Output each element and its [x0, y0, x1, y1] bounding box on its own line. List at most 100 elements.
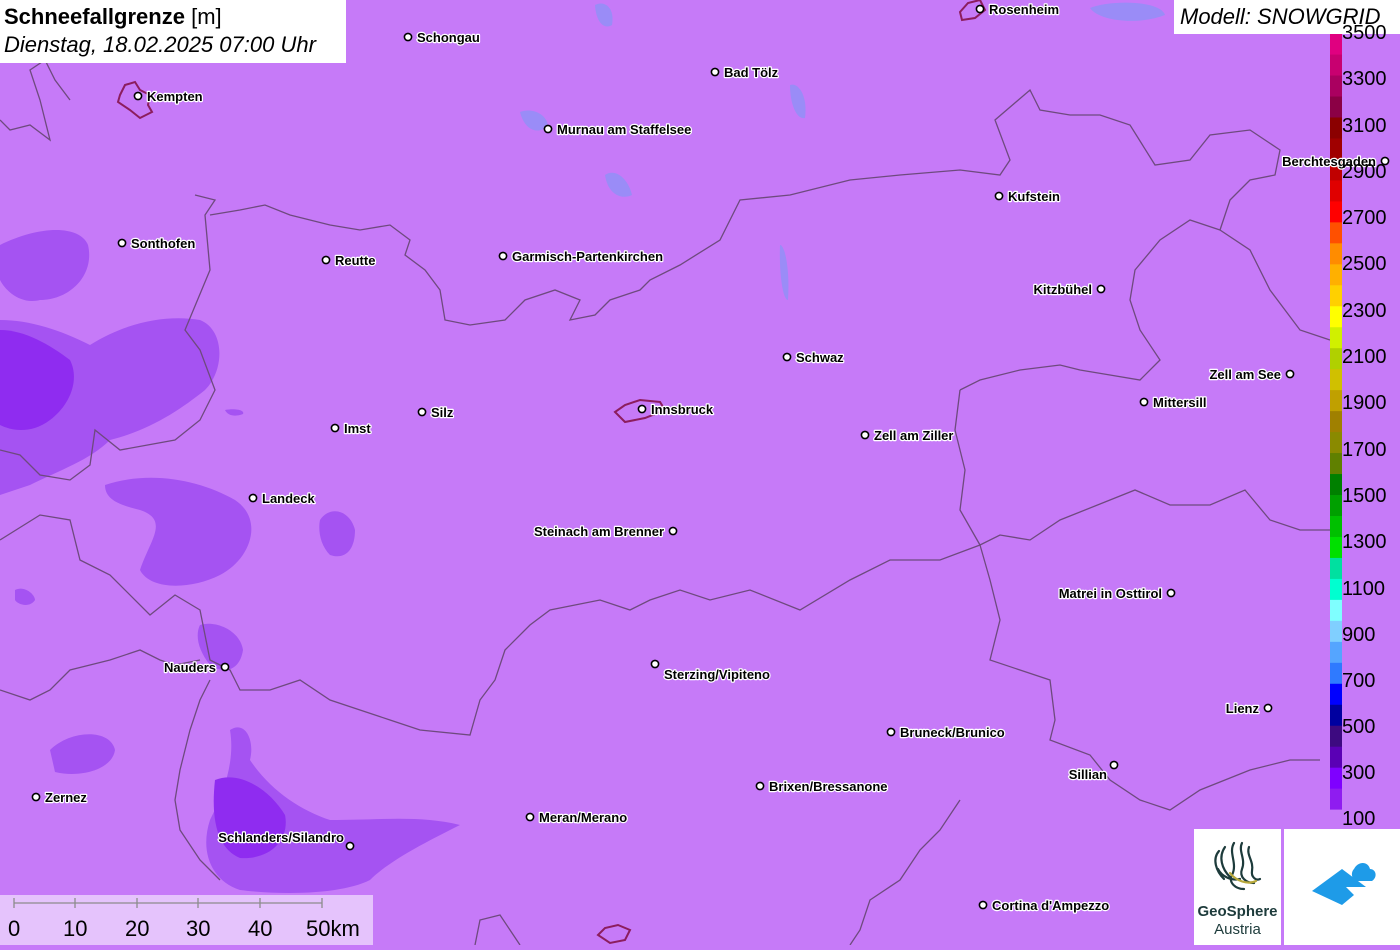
geosphere-logo[interactable]: GeoSphere Austria [1194, 829, 1281, 945]
title-parameter: Schneefallgrenze [4, 4, 185, 29]
legend-label: 500 [1342, 716, 1376, 738]
legend-label: 3500 [1342, 22, 1387, 44]
city-marker[interactable] [668, 526, 678, 536]
city-marker[interactable] [133, 91, 143, 101]
legend-swatch [1330, 767, 1342, 789]
legend-swatch [1330, 683, 1342, 705]
city-marker[interactable] [975, 4, 985, 14]
city-label: Zernez [45, 790, 87, 805]
legend-swatch [1330, 389, 1342, 412]
mountain-cloud-icon [1312, 863, 1376, 905]
legend-swatch [1330, 368, 1342, 391]
scale-label: 10 [63, 916, 88, 941]
city-label: Garmisch-Partenkirchen [512, 249, 663, 264]
city-marker[interactable] [543, 124, 553, 134]
city-marker[interactable] [886, 727, 896, 737]
legend-swatch [1330, 620, 1342, 642]
legend-labels: 100 300 500 700 900 1100 1300 1500 1700 … [1342, 0, 1400, 830]
city-marker[interactable] [403, 32, 413, 42]
map-title-box: Schneefallgrenze [m] Dienstag, 18.02.202… [0, 0, 346, 63]
city-marker[interactable] [220, 662, 230, 672]
city-label: Matrei in Osttirol [1059, 586, 1162, 601]
legend-label: 700 [1342, 670, 1376, 692]
legend-swatch [1330, 200, 1342, 223]
city-label: Schlanders/Silandro [218, 830, 344, 845]
snow-app-logo[interactable] [1284, 829, 1400, 945]
city-marker[interactable] [994, 191, 1004, 201]
city-marker[interactable] [650, 659, 660, 669]
scale-label: 0 [8, 916, 21, 941]
legend-swatch [1330, 305, 1342, 328]
city-label: Silz [431, 405, 454, 420]
legend-swatch [1330, 221, 1342, 244]
city-label: Meran/Merano [539, 810, 627, 825]
map-background [0, 0, 1400, 945]
city-label: Landeck [262, 491, 316, 506]
title-unit: [m] [191, 4, 222, 29]
snowfall-map[interactable]: Rosenheim Schongau Bad Tölz Kempten Murnau a… [0, 0, 1400, 945]
legend-swatch [1330, 179, 1342, 202]
city-label: Murnau am Staffelsee [557, 122, 691, 137]
legend-label: 1700 [1342, 439, 1387, 461]
city-marker[interactable] [860, 430, 870, 440]
city-marker[interactable] [31, 792, 41, 802]
legend-swatch [1330, 662, 1342, 684]
legend-swatch [1330, 746, 1342, 768]
legend-swatch [1330, 578, 1342, 600]
legend-swatch [1330, 809, 1342, 831]
legend-label: 2500 [1342, 253, 1387, 275]
map-title: Schneefallgrenze [m] [4, 3, 346, 31]
city-marker[interactable] [1109, 760, 1119, 770]
city-label: Zell am Ziller [874, 428, 953, 443]
city-label: Zell am See [1209, 367, 1281, 382]
legend-label: 2300 [1342, 300, 1387, 322]
geosphere-emblem-icon [1214, 841, 1262, 891]
legend-swatch [1330, 284, 1342, 307]
city-label: Reutte [335, 253, 375, 268]
legend-swatch [1330, 704, 1342, 726]
legend-label: 3100 [1342, 115, 1387, 137]
legend-swatch [1330, 641, 1342, 663]
city-label: Brixen/Bressanone [769, 779, 888, 794]
legend-swatch [1330, 116, 1342, 139]
city-label: Kempten [147, 89, 203, 104]
city-marker[interactable] [1096, 284, 1106, 294]
legend-swatch [1330, 263, 1342, 286]
city-marker[interactable] [978, 900, 988, 910]
legend-label: 1300 [1342, 531, 1387, 553]
legend-swatch [1330, 725, 1342, 747]
city-label: Imst [344, 421, 371, 436]
legend-label: 300 [1342, 762, 1376, 784]
city-label: Sillian [1069, 767, 1107, 782]
city-marker[interactable] [248, 493, 258, 503]
city-label: Nauders [164, 660, 216, 675]
scale-label: 30 [186, 916, 211, 941]
city-label: Bad Tölz [724, 65, 779, 80]
city-marker[interactable] [498, 251, 508, 261]
city-marker[interactable] [782, 352, 792, 362]
city-marker[interactable] [1263, 703, 1273, 713]
legend-swatch [1330, 95, 1342, 118]
city-marker[interactable] [1139, 397, 1149, 407]
city-marker[interactable] [637, 404, 647, 414]
city-marker[interactable] [321, 255, 331, 265]
city-label: Mittersill [1153, 395, 1206, 410]
city-marker[interactable] [345, 841, 355, 851]
legend-swatch [1330, 788, 1342, 810]
scale-label: 40 [248, 916, 273, 941]
city-marker[interactable] [710, 67, 720, 77]
city-marker[interactable] [417, 407, 427, 417]
city-marker[interactable] [525, 812, 535, 822]
city-marker[interactable] [1166, 588, 1176, 598]
city-marker[interactable] [117, 238, 127, 248]
legend-swatch [1330, 473, 1342, 496]
legend-label: 900 [1342, 624, 1376, 646]
city-marker[interactable] [755, 781, 765, 791]
legend-label: 2100 [1342, 346, 1387, 368]
city-marker[interactable] [1285, 369, 1295, 379]
scale-label: 50km [306, 916, 360, 941]
city-label: Bruneck/Brunico [900, 725, 1005, 740]
city-marker[interactable] [330, 423, 340, 433]
legend-color-bar [1330, 33, 1342, 831]
legend-swatch [1330, 410, 1342, 433]
